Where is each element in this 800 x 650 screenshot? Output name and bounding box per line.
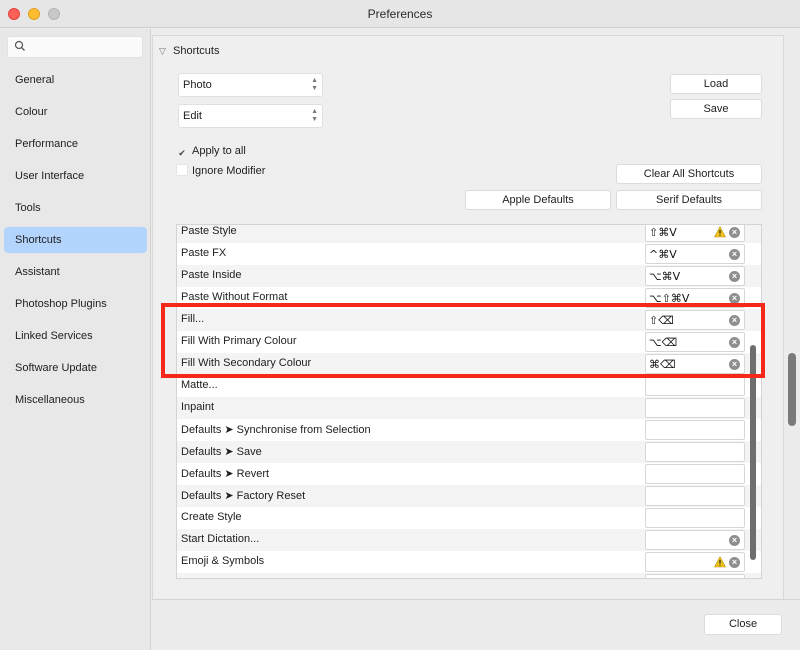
close-button[interactable]: Close [704,614,782,635]
shortcut-keys: ^⌘V [649,248,677,261]
shortcut-command-label: Paste FX [181,247,227,259]
table-row[interactable]: Defaults ➤ Synchronise from Selection [177,419,761,441]
category-select[interactable]: Edit ▲ ▼ [178,104,323,128]
sidebar-item-miscellaneous[interactable]: Miscellaneous [4,387,147,413]
sidebar-item-tools[interactable]: Tools [4,195,147,221]
table-row[interactable]: Inpaint [177,397,761,419]
apply-to-all-checkbox[interactable]: ✔ Apply to all [176,143,246,159]
sidebar-item-general[interactable]: General [4,67,147,93]
shortcut-command-label: Defaults ➤ Factory Reset [181,490,306,502]
clear-shortcut-icon[interactable]: × [729,535,740,546]
shortcut-key-field[interactable] [645,486,745,506]
search-input[interactable] [7,36,143,58]
app-select-value: Photo [183,79,212,91]
shortcut-command-label: Defaults ➤ Synchronise from Selection [181,424,371,436]
table-row[interactable]: Emoji & Symbols × [177,551,761,573]
shortcut-key-field[interactable] [645,508,745,528]
shortcut-command-label: Inpaint [181,401,215,413]
table-row[interactable]: Create Style [177,507,761,529]
search-icon [14,40,25,51]
app-select[interactable]: Photo ▲ ▼ [178,73,323,97]
title-bar: Preferences [0,0,800,28]
sidebar-item-user-interface[interactable]: User Interface [4,163,147,189]
shortcut-key-field[interactable]: ⇧⌘V × [645,225,745,242]
warning-icon [714,556,726,568]
highlight-box [161,303,765,378]
shortcut-key-field[interactable]: × [645,530,745,550]
shortcut-key-field[interactable] [645,442,745,462]
apply-to-all-label: Apply to all [192,145,246,157]
ignore-modifier-checkbox[interactable]: Ignore Modifier [176,163,265,179]
sidebar-item-software-update[interactable]: Software Update [4,355,147,381]
shortcut-key-field[interactable]: ⌥⌘V × [645,266,745,286]
shortcut-key-field[interactable]: × [645,552,745,572]
sidebar: General Colour Performance User Interfac… [0,29,151,650]
table-row[interactable]: Paste FX ^⌘V × [177,243,761,265]
clear-all-shortcuts-button[interactable]: Clear All Shortcuts [616,164,762,184]
shortcut-command-label: Emoji & Symbols [181,555,265,567]
shortcut-command-label: Create Style [181,511,242,523]
popup-arrows-icon: ▲ ▼ [311,108,318,123]
serif-defaults-button[interactable]: Serif Defaults [616,190,762,210]
section-header[interactable]: ▽ Shortcuts [159,45,219,57]
shortcut-command-label: Defaults ➤ Revert [181,468,270,480]
clear-shortcut-icon[interactable]: × [729,249,740,260]
shortcut-key-field[interactable] [645,376,745,396]
sidebar-item-performance[interactable]: Performance [4,131,147,157]
sidebar-item-colour[interactable]: Colour [4,99,147,125]
shortcut-key-field[interactable]: × [645,574,745,578]
pane-scrollbar[interactable] [788,353,796,426]
shortcut-command-label: Start Dictation... [181,533,260,545]
shortcuts-table: Paste Style ⇧⌘V × Paste FX ^⌘V × Paste Inside ⌥… [176,224,762,579]
table-row[interactable]: Paste Inside ⌥⌘V × [177,265,761,287]
category-select-value: Edit [183,110,202,122]
table-row[interactable]: Defaults ➤ Factory Reset [177,485,761,507]
popup-arrows-icon: ▲ ▼ [311,77,318,92]
footer: Close [152,599,800,650]
checkmark-icon: ✔ [178,148,186,158]
shortcut-key-field[interactable] [645,464,745,484]
shortcut-command-label: Defaults ➤ Save [181,446,262,458]
sidebar-item-linked-services[interactable]: Linked Services [4,323,147,349]
shortcut-command-label: Paste Style [181,225,237,237]
window-title: Preferences [367,7,433,21]
checkbox-box [176,164,188,176]
load-button[interactable]: Load [670,74,762,94]
clear-shortcut-icon[interactable]: × [729,271,740,282]
warning-icon [714,226,726,238]
shortcut-key-field[interactable] [645,398,745,418]
shortcut-command-label: Paste Inside [181,269,242,281]
table-row[interactable]: Defaults ➤ Revert [177,463,761,485]
clear-shortcut-icon[interactable]: × [729,227,740,238]
shortcut-command-label: Matte... [181,379,218,391]
sidebar-item-shortcuts[interactable]: Shortcuts [4,227,147,253]
sidebar-item-assistant[interactable]: Assistant [4,259,147,285]
ignore-modifier-label: Ignore Modifier [192,165,266,177]
clear-shortcut-icon[interactable]: × [729,557,740,568]
shortcut-key-field[interactable] [645,420,745,440]
table-row[interactable]: Defaults ➤ Save [177,441,761,463]
table-row[interactable]: Matte... [177,375,761,397]
shortcut-keys: ⌥⌘V [649,270,681,283]
shortcut-keys: ⇧⌘V [649,226,677,239]
table-row[interactable]: Start Dictation... × [177,529,761,551]
table-row[interactable]: × [177,573,761,578]
section-title: Shortcuts [173,45,220,57]
shortcut-key-field[interactable]: ^⌘V × [645,244,745,264]
chevron-down-icon: ▽ [159,46,166,56]
table-row[interactable]: Paste Style ⇧⌘V × [177,225,761,243]
sidebar-item-photoshop-plugins[interactable]: Photoshop Plugins [4,291,147,317]
shortcut-command-label: Paste Without Format [181,291,288,303]
apple-defaults-button[interactable]: Apple Defaults [465,190,611,210]
save-button[interactable]: Save [670,99,762,119]
